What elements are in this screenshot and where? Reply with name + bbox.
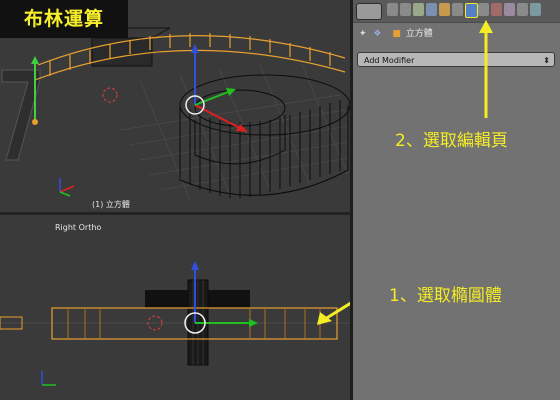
view-label: Right Ortho [55,223,102,232]
breadcrumb: ✦ ❖ ■ 立方體 [359,26,433,40]
pin-icon[interactable]: ✦ [359,29,367,39]
breadcrumb-object-name: 立方體 [405,29,433,39]
data-icon[interactable] [478,3,489,16]
view-axes-indicator [41,371,56,386]
tutorial-title: 布林運算 [0,0,128,38]
modifiers-icon[interactable] [465,3,478,18]
properties-header [353,0,560,23]
object-crumb-icon: ■ [392,29,401,39]
scene-ortho-drawing [0,261,350,386]
3d-cursor[interactable] [102,87,118,103]
add-modifier-dropdown[interactable]: Add Modifier ⬍ [357,52,555,67]
step1-annotation: 1、選取橢圓體 [389,286,502,306]
scene-icon[interactable] [413,3,424,16]
selected-ellipsoid-mesh [34,33,346,81]
editor-type-button[interactable] [356,3,382,20]
scene-crumb-icon: ❖ [373,29,382,39]
view-axes-indicator [59,178,75,197]
transform-manipulator[interactable] [185,44,248,132]
object-icon[interactable] [439,3,450,16]
world-icon[interactable] [426,3,437,16]
material-icon[interactable] [491,3,502,16]
constraints-icon[interactable] [452,3,463,16]
render-icon[interactable] [387,3,398,16]
add-modifier-label: Add Modifier [364,56,415,65]
properties-editor: ✦ ❖ ■ 立方體 Add Modifier ⬍ [353,0,560,400]
particles-icon[interactable] [517,3,528,16]
step2-annotation: 2、選取編輯頁 [395,131,508,151]
texture-icon[interactable] [504,3,515,16]
dropdown-arrow-icon: ⬍ [543,56,550,65]
viewport-3d-right-ortho[interactable]: Right Ortho [0,215,350,400]
render-layers-icon[interactable] [400,3,411,16]
object-label: (1) 立方體 [92,200,130,209]
physics-icon[interactable] [530,3,541,16]
